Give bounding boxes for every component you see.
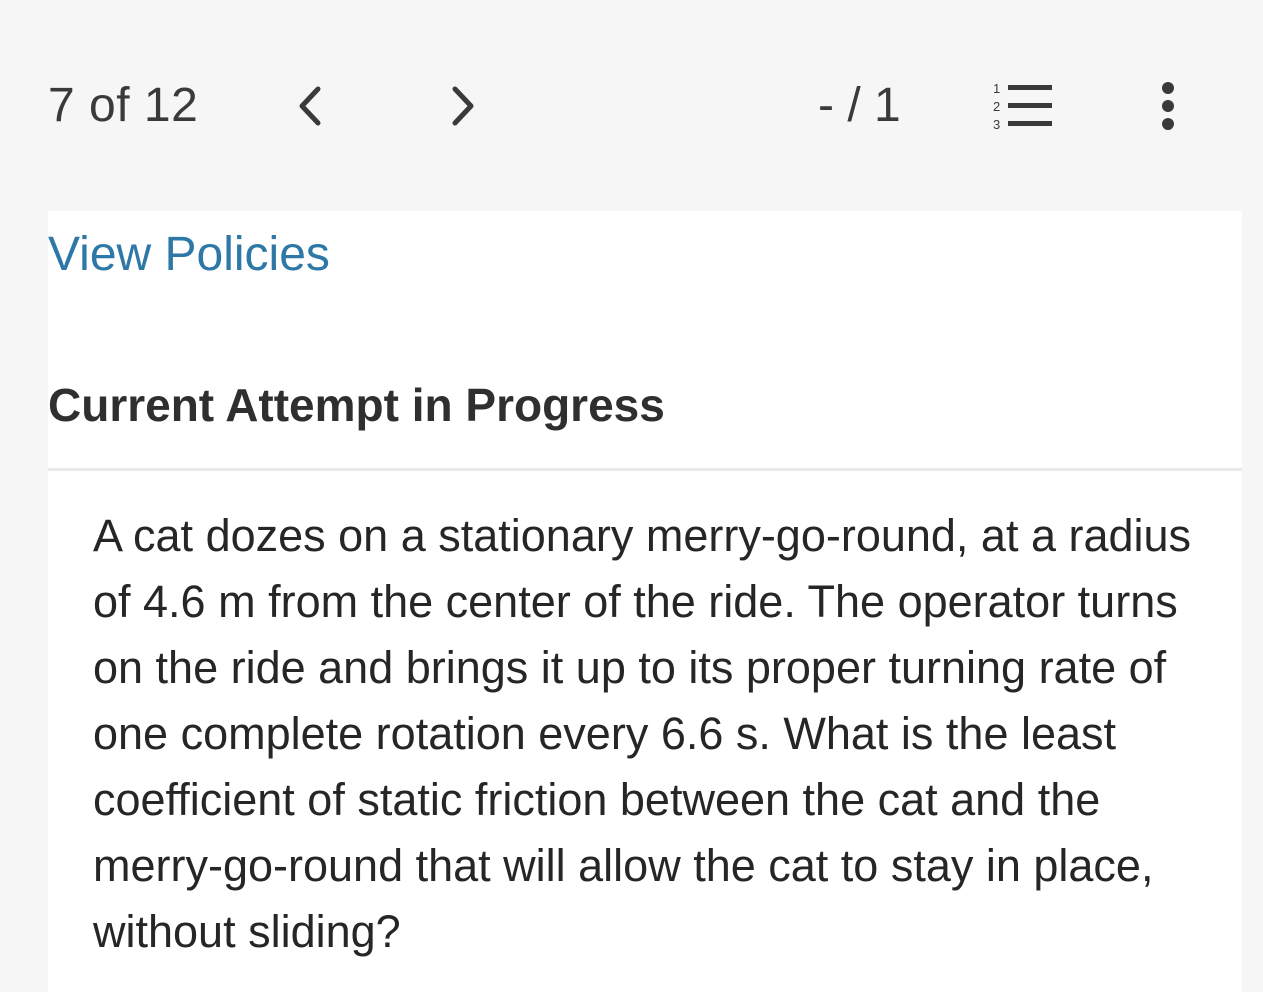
list-number-2: 2 (993, 99, 1000, 114)
question-list-button[interactable]: 1 2 3 (990, 80, 1056, 132)
chevron-left-icon (299, 86, 321, 126)
list-number-3: 3 (993, 117, 1000, 132)
vertical-ellipsis-icon (1162, 82, 1174, 130)
list-line-2 (1008, 103, 1052, 108)
previous-question-button[interactable] (285, 82, 333, 130)
numbered-list-icon: 1 2 3 (993, 81, 1052, 132)
list-line-3 (1008, 121, 1052, 126)
attempt-status-heading: Current Attempt in Progress (48, 379, 665, 431)
question-score: - / 1 (818, 79, 901, 132)
question-text: A cat dozes on a stationary merry-go-rou… (93, 510, 1192, 957)
question-counter: 7 of 12 (48, 79, 199, 132)
list-number-1: 1 (993, 81, 1000, 96)
chevron-right-icon (452, 86, 474, 126)
section-divider (48, 468, 1242, 471)
question-panel: View Policies Current Attempt in Progres… (48, 211, 1242, 992)
view-policies-link[interactable]: View Policies (48, 227, 330, 283)
next-question-button[interactable] (440, 82, 488, 130)
question-navigation-bar: 7 of 12 - / 1 1 2 3 (0, 0, 1263, 210)
more-options-button[interactable] (1150, 78, 1186, 134)
list-line-1 (1008, 85, 1052, 90)
